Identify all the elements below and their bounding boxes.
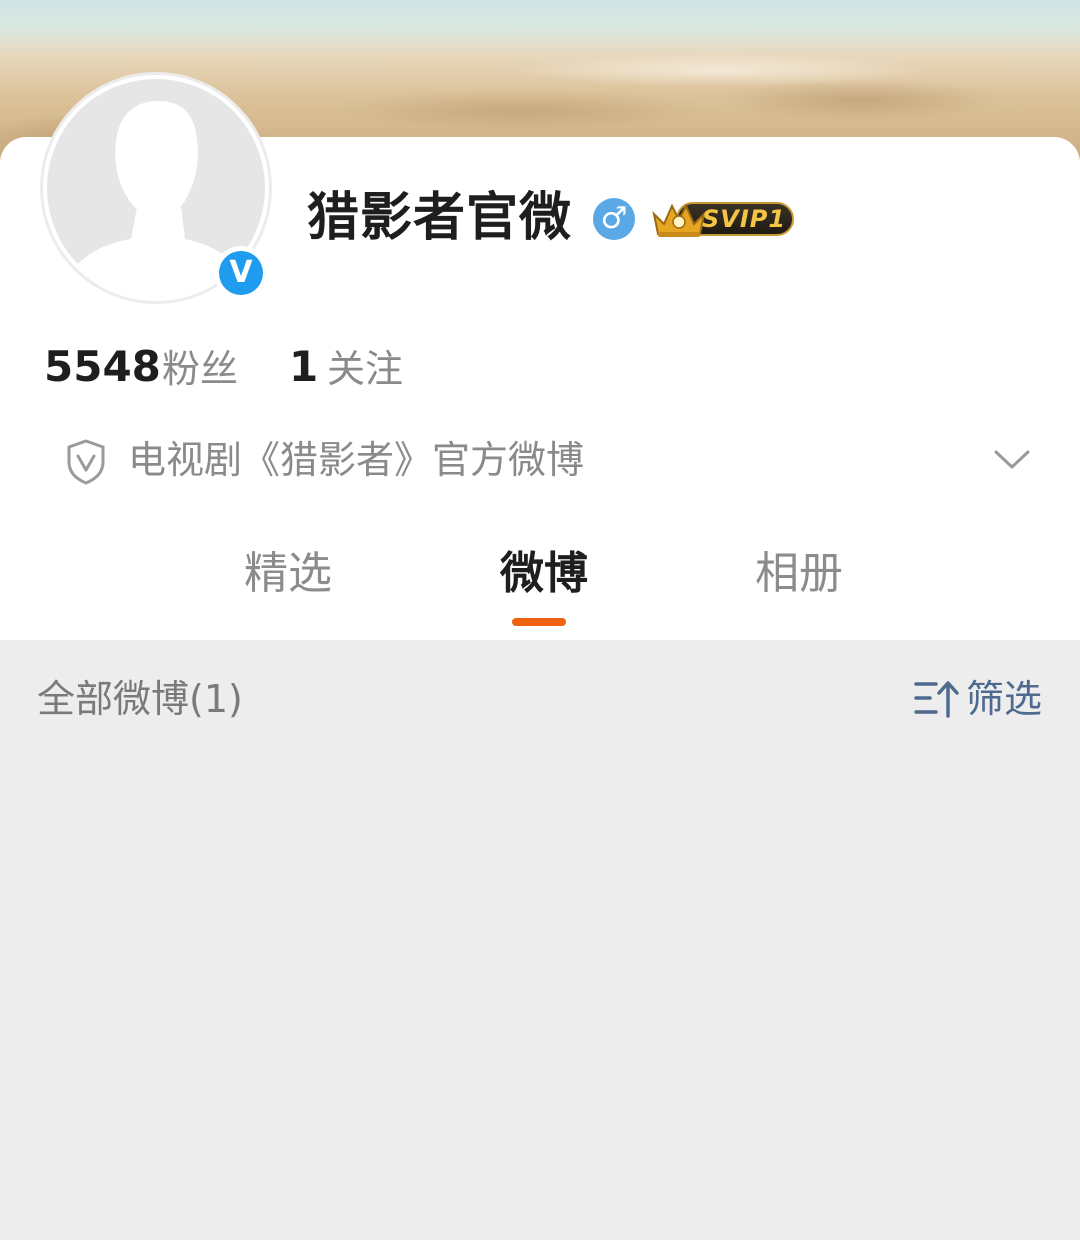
- filter-label: 筛选: [966, 677, 1043, 721]
- profile-description: 电视剧《猎影者》官方微博: [128, 438, 585, 482]
- fans-label[interactable]: 粉丝: [162, 344, 238, 394]
- verified-badge-icon: V: [214, 246, 268, 300]
- chevron-down-icon[interactable]: [992, 446, 1032, 472]
- tab-album[interactable]: 相册: [755, 544, 843, 604]
- active-tab-indicator: [512, 618, 566, 626]
- tab-featured[interactable]: 精选: [244, 544, 332, 604]
- svip-level-text: SVIP1: [702, 205, 787, 233]
- male-icon: ♂: [593, 198, 635, 240]
- crown-icon: [652, 203, 706, 237]
- profile-name: 猎影者官微: [307, 188, 573, 248]
- shield-v-icon: [67, 439, 105, 485]
- svip-badge[interactable]: SVIP1: [650, 198, 796, 240]
- following-count[interactable]: 1: [289, 340, 318, 394]
- feed-title: 全部微博(1): [37, 677, 243, 721]
- filter-button[interactable]: 筛选: [914, 672, 1054, 726]
- following-label[interactable]: 关注: [327, 344, 403, 394]
- profile-description-row[interactable]: 电视剧《猎影者》官方微博: [64, 430, 1044, 490]
- fans-count[interactable]: 5548: [44, 340, 161, 394]
- tab-weibo[interactable]: 微博: [500, 544, 588, 604]
- sort-filter-icon: [914, 681, 959, 718]
